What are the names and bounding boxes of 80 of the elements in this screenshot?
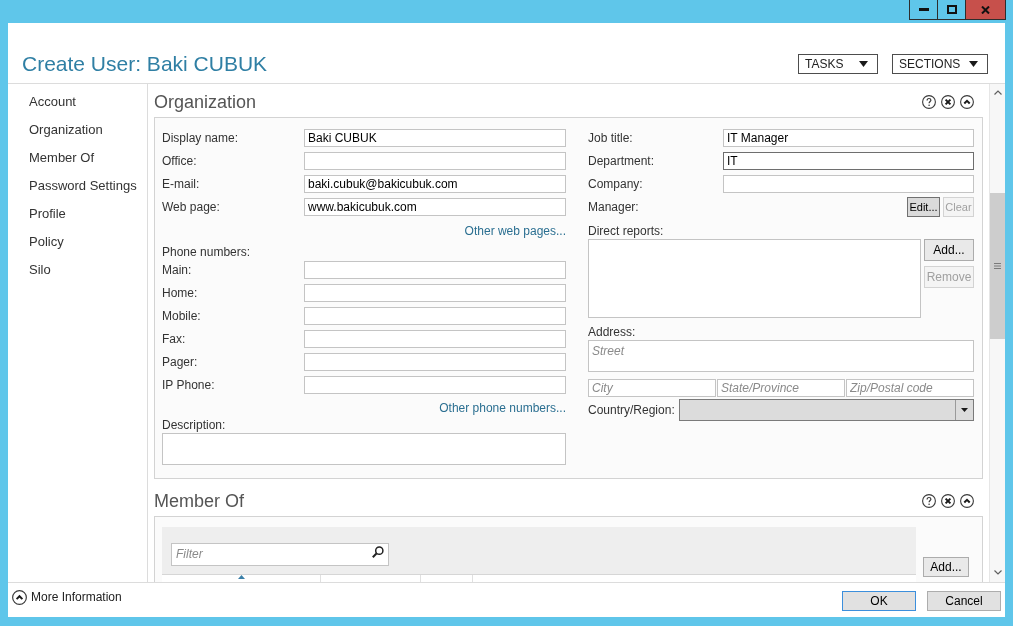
grip-icon (994, 263, 1001, 269)
phone-numbers-link[interactable]: Other phone numbers... (439, 400, 566, 416)
field-label: Manager: (588, 199, 639, 215)
sort-arrow-icon (237, 575, 245, 579)
text-field[interactable]: Zip/Postal code (846, 379, 974, 397)
vertical-scrollbar[interactable] (989, 84, 1005, 582)
close-icon[interactable] (941, 494, 955, 508)
close-icon (981, 5, 990, 14)
text-field[interactable] (304, 330, 566, 348)
chevron-up-icon[interactable] (960, 95, 974, 109)
text-field[interactable]: State/Province (717, 379, 845, 397)
field-label: Home: (162, 285, 199, 301)
close-icon[interactable] (941, 95, 955, 109)
field-label: Department: (588, 153, 656, 169)
sidebar-item[interactable]: Policy (8, 228, 147, 256)
text-field[interactable]: Baki CUBUK (304, 129, 566, 147)
text-field[interactable] (304, 152, 566, 170)
text-field[interactable] (304, 353, 566, 371)
text-field[interactable]: IT (723, 152, 974, 170)
field-label: Fax: (162, 331, 187, 347)
text-field[interactable] (304, 376, 566, 394)
more-information-button[interactable]: More Information (12, 588, 122, 606)
caret-icon (969, 61, 978, 67)
minimize-button[interactable] (909, 0, 937, 20)
field-label: Description: (162, 417, 227, 433)
description-field[interactable] (162, 433, 566, 465)
maximize-button[interactable] (937, 0, 965, 20)
dropdown-button[interactable]: SECTIONS (892, 54, 988, 74)
manager-button[interactable]: Edit... (907, 197, 940, 217)
sidebar-item[interactable]: Password Settings (8, 172, 147, 200)
scrollbar-thumb[interactable] (990, 193, 1005, 339)
chevron-up-icon[interactable] (960, 494, 974, 508)
field-label: E-mail: (162, 176, 201, 192)
minimize-icon (918, 8, 929, 11)
help-icon[interactable] (922, 494, 936, 508)
section-heading: Organization (154, 91, 257, 113)
field-label: Direct reports: (588, 223, 665, 239)
sidebar-item[interactable]: Silo (8, 256, 147, 284)
sidebar-item[interactable]: Account (8, 88, 147, 116)
field-label: Address: (588, 324, 637, 340)
field-label: IP Phone: (162, 377, 216, 393)
field-label: Phone numbers: (162, 244, 252, 260)
field-label: Country/Region: (588, 402, 676, 418)
text-field[interactable]: www.bakicubuk.com (304, 198, 566, 216)
web-pages-link[interactable]: Other web pages... (464, 223, 566, 239)
text-field[interactable]: IT Manager (723, 129, 974, 147)
text-field[interactable] (304, 307, 566, 325)
add-button[interactable]: Add... (923, 557, 969, 577)
window-title: Create User: Baki CUBUK (22, 51, 268, 77)
search-icon[interactable] (372, 546, 384, 558)
dialog-button[interactable]: Cancel (927, 591, 1001, 611)
section-heading: Member Of (154, 490, 245, 512)
filter-field[interactable]: Filter (171, 542, 389, 566)
text-field[interactable]: City (588, 379, 716, 397)
field-label: Company: (588, 176, 644, 192)
field-label: Mobile: (162, 308, 202, 324)
maximize-icon (946, 5, 957, 14)
field-label: Job title: (588, 130, 634, 146)
chevron-up-icon (12, 589, 27, 605)
close-button[interactable] (965, 0, 1006, 20)
text-field[interactable] (304, 261, 566, 279)
caret-icon (859, 61, 868, 67)
caret-icon (961, 408, 968, 412)
dialog-button[interactable]: OK (842, 591, 916, 611)
list-button[interactable]: Add... (924, 239, 974, 261)
field-label: Main: (162, 262, 193, 278)
dropdown-button[interactable]: TASKS (798, 54, 878, 74)
street-field[interactable]: Street (588, 340, 974, 372)
sidebar-item[interactable]: Member Of (8, 144, 147, 172)
field-label: Office: (162, 153, 198, 169)
sidebar-item[interactable]: Organization (8, 116, 147, 144)
text-field[interactable] (304, 284, 566, 302)
sidebar-item[interactable]: Profile (8, 200, 147, 228)
help-icon[interactable] (922, 95, 936, 109)
direct-reports-list[interactable] (588, 239, 921, 318)
field-label: Web page: (162, 199, 221, 215)
text-field[interactable]: baki.cubuk@bakicubuk.com (304, 175, 566, 193)
field-label: Display name: (162, 130, 240, 146)
field-label: Pager: (162, 354, 199, 370)
text-field[interactable] (723, 175, 974, 193)
